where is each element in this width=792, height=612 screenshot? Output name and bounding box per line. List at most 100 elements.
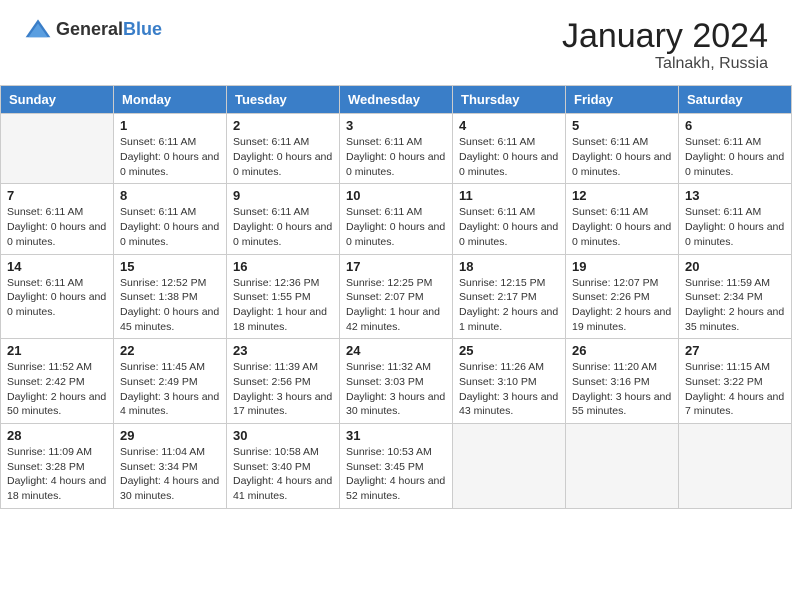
calendar-row-3: 14Sunset: 6:11 AM Daylight: 0 hours and … (1, 254, 792, 339)
day-info: Sunset: 6:11 AM Daylight: 0 hours and 0 … (233, 205, 333, 249)
column-header-friday: Friday (566, 86, 679, 114)
day-info: Sunrise: 11:15 AM Sunset: 3:22 PM Daylig… (685, 360, 785, 419)
day-number: 22 (120, 343, 220, 358)
day-number: 21 (7, 343, 107, 358)
calendar-cell: 5 Sunset: 6:11 AM Daylight: 0 hours and 0… (566, 114, 679, 184)
calendar-cell: 20 Sunrise: 11:59 AM Sunset: 2:34 PM Dayl… (679, 254, 792, 339)
day-info: Sunrise: 11:59 AM Sunset: 2:34 PM Daylig… (685, 276, 785, 335)
logo: GeneralBlue (24, 18, 162, 40)
calendar-cell: 12 Sunset: 6:11 AM Daylight: 0 hours and … (566, 184, 679, 254)
calendar-cell: 22 Sunrise: 11:45 AM Sunset: 2:49 PM Dayl… (114, 339, 227, 424)
day-info: Sunset: 6:11 AM Daylight: 0 hours and 0 … (459, 205, 559, 249)
calendar-cell: 19 Sunrise: 12:07 PM Sunset: 2:26 PM Dayl… (566, 254, 679, 339)
day-number: 1 (120, 118, 220, 133)
day-info: Sunrise: 12:07 PM Sunset: 2:26 PM Daylig… (572, 276, 672, 335)
calendar-row-1: 1 Sunset: 6:11 AM Daylight: 0 hours and 0… (1, 114, 792, 184)
day-info: Sunset: 6:11 AM Daylight: 0 hours and 0 … (120, 205, 220, 249)
day-info: Sunrise: 12:36 PM Sunset: 1:55 PM Daylig… (233, 276, 333, 335)
calendar-cell: 29 Sunrise: 11:04 AM Sunset: 3:34 PM Dayl… (114, 424, 227, 509)
day-info: Sunset: 6:11 AM Daylight: 0 hours and 0 … (572, 205, 672, 249)
day-number: 5 (572, 118, 672, 133)
calendar-cell: 14Sunset: 6:11 AM Daylight: 0 hours and … (1, 254, 114, 339)
day-info: Sunrise: 11:20 AM Sunset: 3:16 PM Daylig… (572, 360, 672, 419)
month-year: January 2024 (562, 18, 768, 55)
calendar-cell: 10 Sunset: 6:11 AM Daylight: 0 hours and … (340, 184, 453, 254)
day-number: 10 (346, 188, 446, 203)
day-info: Sunrise: 10:53 AM Sunset: 3:45 PM Daylig… (346, 445, 446, 504)
calendar-table: SundayMondayTuesdayWednesdayThursdayFrid… (0, 85, 792, 508)
day-number: 9 (233, 188, 333, 203)
day-info: Sunset: 6:11 AM Daylight: 0 hours and 0 … (7, 205, 107, 249)
day-number: 4 (459, 118, 559, 133)
day-info: Sunrise: 11:45 AM Sunset: 2:49 PM Daylig… (120, 360, 220, 419)
calendar-cell: 16 Sunrise: 12:36 PM Sunset: 1:55 PM Dayl… (227, 254, 340, 339)
day-number: 15 (120, 259, 220, 274)
logo-text-general: General (56, 19, 123, 39)
calendar-cell: 2 Sunset: 6:11 AM Daylight: 0 hours and 0… (227, 114, 340, 184)
day-number: 28 (7, 428, 107, 443)
calendar-cell: 15 Sunrise: 12:52 PM Sunset: 1:38 PM Dayl… (114, 254, 227, 339)
column-header-monday: Monday (114, 86, 227, 114)
day-number: 30 (233, 428, 333, 443)
calendar-cell: 3 Sunset: 6:11 AM Daylight: 0 hours and 0… (340, 114, 453, 184)
day-number: 17 (346, 259, 446, 274)
day-info: Sunrise: 12:52 PM Sunset: 1:38 PM Daylig… (120, 276, 220, 335)
calendar-cell: 6 Sunset: 6:11 AM Daylight: 0 hours and 0… (679, 114, 792, 184)
location: Talnakh, Russia (562, 55, 768, 73)
generalblue-icon (24, 18, 52, 40)
calendar-cell: 30 Sunrise: 10:58 AM Sunset: 3:40 PM Dayl… (227, 424, 340, 509)
day-info: Sunset: 6:11 AM Daylight: 0 hours and 0 … (346, 135, 446, 179)
calendar-cell (566, 424, 679, 509)
day-number: 14 (7, 259, 107, 274)
day-number: 19 (572, 259, 672, 274)
day-number: 13 (685, 188, 785, 203)
calendar-cell: 21 Sunrise: 11:52 AM Sunset: 2:42 PM Dayl… (1, 339, 114, 424)
logo-text-blue: Blue (123, 19, 162, 39)
calendar-row-4: 21 Sunrise: 11:52 AM Sunset: 2:42 PM Dayl… (1, 339, 792, 424)
calendar-cell: 4Sunset: 6:11 AM Daylight: 0 hours and 0… (453, 114, 566, 184)
day-number: 11 (459, 188, 559, 203)
calendar-row-5: 28 Sunrise: 11:09 AM Sunset: 3:28 PM Dayl… (1, 424, 792, 509)
calendar-cell: 28 Sunrise: 11:09 AM Sunset: 3:28 PM Dayl… (1, 424, 114, 509)
day-number: 2 (233, 118, 333, 133)
column-header-sunday: Sunday (1, 86, 114, 114)
calendar-cell: 13 Sunset: 6:11 AM Daylight: 0 hours and … (679, 184, 792, 254)
title-block: January 2024 Talnakh, Russia (562, 18, 768, 73)
day-info: Sunset: 6:11 AM Daylight: 0 hours and 0 … (346, 205, 446, 249)
day-info: Sunset: 6:11 AM Daylight: 0 hours and 0 … (685, 205, 785, 249)
calendar-cell: 26Sunrise: 11:20 AM Sunset: 3:16 PM Dayl… (566, 339, 679, 424)
day-info: Sunset: 6:11 AM Daylight: 0 hours and 0 … (572, 135, 672, 179)
day-number: 20 (685, 259, 785, 274)
calendar-cell: 11 Sunset: 6:11 AM Daylight: 0 hours and … (453, 184, 566, 254)
day-info: Sunset: 6:11 AM Daylight: 0 hours and 0 … (120, 135, 220, 179)
calendar-cell (453, 424, 566, 509)
calendar-cell: 7 Sunset: 6:11 AM Daylight: 0 hours and 0… (1, 184, 114, 254)
day-number: 12 (572, 188, 672, 203)
day-info: Sunrise: 11:39 AM Sunset: 2:56 PM Daylig… (233, 360, 333, 419)
column-header-tuesday: Tuesday (227, 86, 340, 114)
day-number: 25 (459, 343, 559, 358)
day-info: Sunrise: 10:58 AM Sunset: 3:40 PM Daylig… (233, 445, 333, 504)
day-number: 3 (346, 118, 446, 133)
day-number: 7 (7, 188, 107, 203)
calendar-cell: 27Sunrise: 11:15 AM Sunset: 3:22 PM Dayl… (679, 339, 792, 424)
day-number: 29 (120, 428, 220, 443)
day-info: Sunrise: 11:09 AM Sunset: 3:28 PM Daylig… (7, 445, 107, 504)
calendar-row-2: 7 Sunset: 6:11 AM Daylight: 0 hours and 0… (1, 184, 792, 254)
calendar-cell: 1 Sunset: 6:11 AM Daylight: 0 hours and 0… (114, 114, 227, 184)
day-info: Sunrise: 11:52 AM Sunset: 2:42 PM Daylig… (7, 360, 107, 419)
calendar-header-row: SundayMondayTuesdayWednesdayThursdayFrid… (1, 86, 792, 114)
day-info: Sunrise: 12:25 PM Sunset: 2:07 PM Daylig… (346, 276, 446, 335)
day-info: Sunrise: 11:26 AM Sunset: 3:10 PM Daylig… (459, 360, 559, 419)
day-info: Sunset: 6:11 AM Daylight: 0 hours and 0 … (233, 135, 333, 179)
day-info: Sunrise: 11:04 AM Sunset: 3:34 PM Daylig… (120, 445, 220, 504)
calendar-cell: 8Sunset: 6:11 AM Daylight: 0 hours and 0… (114, 184, 227, 254)
day-number: 24 (346, 343, 446, 358)
day-number: 16 (233, 259, 333, 274)
day-number: 18 (459, 259, 559, 274)
day-info: Sunset: 6:11 AM Daylight: 0 hours and 0 … (685, 135, 785, 179)
day-info: Sunrise: 12:15 PM Sunset: 2:17 PM Daylig… (459, 276, 559, 335)
calendar-cell: 24 Sunrise: 11:32 AM Sunset: 3:03 PM Dayl… (340, 339, 453, 424)
day-info: Sunrise: 11:32 AM Sunset: 3:03 PM Daylig… (346, 360, 446, 419)
day-number: 6 (685, 118, 785, 133)
